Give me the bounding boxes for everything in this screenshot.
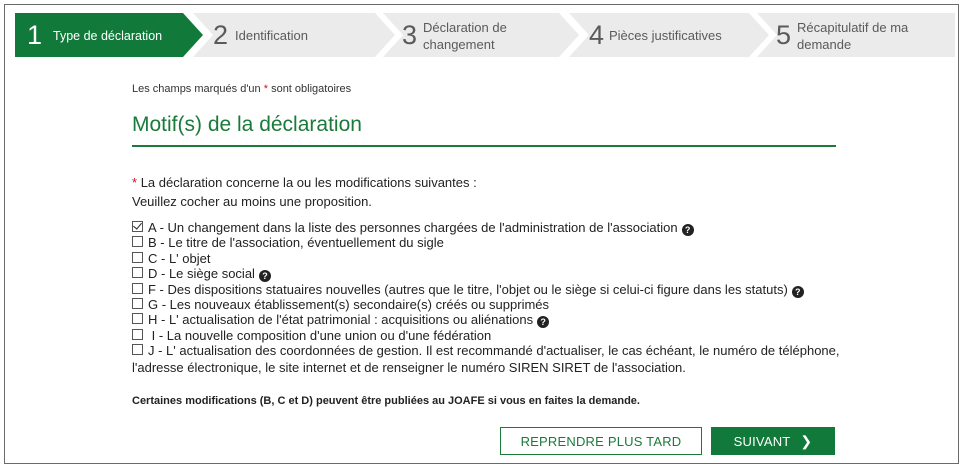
step-4-label: Pièces justificatives	[609, 28, 722, 43]
option-g[interactable]: G - Les nouveaux établissement(s) second…	[132, 297, 832, 312]
modification-options: A - Un changement dans la liste des pers…	[132, 220, 840, 377]
help-icon[interactable]: ?	[537, 316, 550, 329]
option-d-checkbox[interactable]	[132, 267, 143, 279]
option-d[interactable]: D - Le siège social?	[132, 266, 832, 283]
step-4-pieces-justificatives[interactable]: 4 Pièces justificatives	[569, 13, 769, 57]
step-3-label-line2: changement	[423, 37, 495, 52]
step-5-label-line2: demande	[797, 37, 852, 52]
option-f-checkbox[interactable]	[132, 282, 143, 294]
step-2-number: 2	[213, 20, 229, 50]
section-title-divider	[132, 145, 836, 147]
option-a-checkbox[interactable]	[132, 221, 143, 232]
section-title: Motif(s) de la déclaration	[132, 113, 362, 136]
option-c[interactable]: C - L' objet	[132, 251, 832, 266]
question-label: La déclaration concerne la ou les modifi…	[140, 175, 477, 190]
step-2-identification[interactable]: 2 Identification	[193, 13, 395, 57]
option-j-continuation[interactable]: l'adresse électronique, le site internet…	[132, 359, 832, 377]
step-5-label-line1: Récapitulatif de ma	[797, 20, 909, 35]
option-b-label[interactable]: B - Le titre de l'association, éventuell…	[148, 235, 444, 250]
option-h-checkbox[interactable]	[132, 313, 143, 325]
step-5-number: 5	[776, 20, 792, 50]
next-button[interactable]: SUIVANT ❯	[711, 427, 835, 455]
step-3-number: 3	[402, 20, 418, 50]
question-instruction: Veuillez cocher au moins une proposition…	[132, 194, 372, 209]
option-i-label[interactable]: I - La nouvelle composition d'une union …	[148, 328, 492, 343]
option-a[interactable]: A - Un changement dans la liste des pers…	[132, 220, 832, 236]
option-g-checkbox[interactable]	[132, 297, 143, 309]
next-label: SUIVANT	[733, 433, 791, 449]
required-note-prefix: Les champs marqués d'un	[132, 83, 264, 95]
option-h-label[interactable]: H - L' actualisation de l'état patrimoni…	[148, 312, 533, 327]
option-g-label[interactable]: G - Les nouveaux établissement(s) second…	[148, 297, 549, 312]
option-d-label[interactable]: D - Le siège social	[148, 266, 255, 281]
step-1-type-de-declaration[interactable]: 1 Type de déclaration	[15, 13, 203, 57]
option-b[interactable]: B - Le titre de l'association, éventuell…	[132, 235, 832, 250]
option-c-checkbox[interactable]	[132, 251, 143, 263]
help-icon[interactable]: ?	[258, 270, 271, 283]
publication-footnote: Certaines modifications (B, C et D) peuv…	[132, 395, 640, 407]
step-4-number: 4	[589, 20, 605, 50]
resume-later-button[interactable]: REPRENDRE PLUS TARD	[500, 427, 702, 455]
option-f-label[interactable]: F - Des dispositions statuaires nouvelle…	[148, 282, 788, 297]
option-j-checkbox[interactable]	[132, 344, 143, 356]
question-block: * La déclaration concerne la ou les modi…	[132, 173, 477, 211]
resume-later-label: REPRENDRE PLUS TARD	[520, 433, 682, 449]
option-j[interactable]: J - L' actualisation des coordonnées de …	[132, 343, 840, 358]
step-1-label: Type de déclaration	[53, 29, 163, 43]
step-3-declaration-de-changement[interactable]: 3 Déclaration de changement	[383, 13, 579, 57]
chevron-right-icon: ❯	[800, 432, 813, 449]
help-icon[interactable]: ?	[791, 285, 804, 298]
step-3-label-line1: Déclaration de	[423, 20, 507, 35]
progress-stepper: 1 Type de déclaration 2 Identification 3…	[15, 13, 955, 57]
option-h[interactable]: H - L' actualisation de l'état patrimoni…	[132, 312, 832, 329]
option-j-label[interactable]: J - L' actualisation des coordonnées de …	[148, 343, 840, 358]
step-2-label: Identification	[235, 28, 308, 43]
option-c-label[interactable]: C - L' objet	[148, 251, 210, 266]
option-a-label[interactable]: A - Un changement dans la liste des pers…	[148, 220, 678, 235]
required-note-suffix: sont obligatoires	[268, 83, 352, 95]
option-i[interactable]: I - La nouvelle composition d'une union …	[132, 328, 832, 343]
question-required-star: *	[132, 175, 138, 190]
option-b-checkbox[interactable]	[132, 236, 143, 248]
option-f[interactable]: F - Des dispositions statuaires nouvelle…	[132, 282, 832, 298]
page-frame: 1 Type de déclaration 2 Identification 3…	[4, 4, 959, 464]
option-i-checkbox[interactable]	[132, 328, 143, 340]
step-5-recapitulatif[interactable]: 5 Récapitulatif de ma demande	[757, 13, 955, 57]
required-fields-note: Les champs marqués d'un * sont obligatoi…	[132, 83, 351, 95]
step-1-number: 1	[27, 20, 43, 50]
help-icon[interactable]: ?	[681, 224, 694, 236]
